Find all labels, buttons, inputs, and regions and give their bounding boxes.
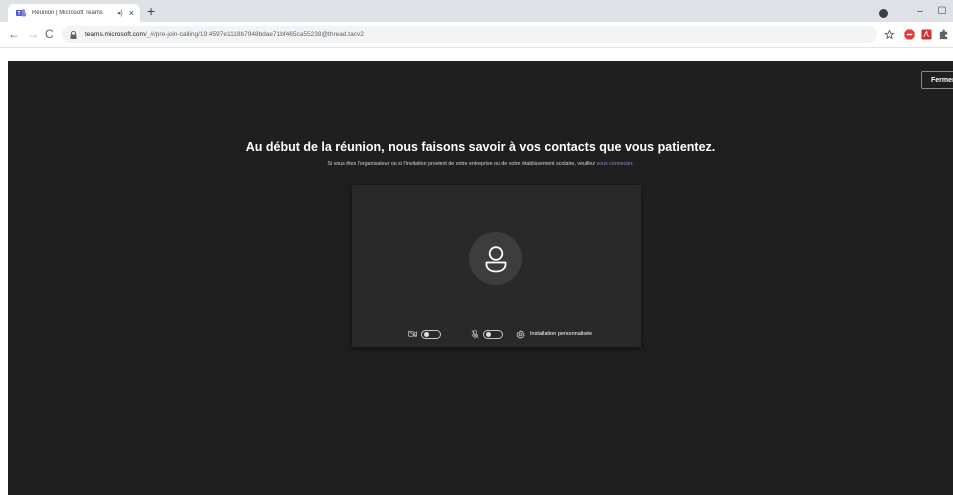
signin-hint-text: Si vous êtes l'organisateur ou si l'invi…	[327, 161, 597, 167]
extensions-puzzle-icon[interactable]	[937, 28, 949, 40]
window-controls: – ☐	[909, 0, 953, 22]
url-text: teams.microsoft.com/_#/pre-join-calling/…	[85, 31, 364, 38]
teams-prejoin-screen: Fermer Au début de la réunion, nous fais…	[8, 61, 953, 495]
star-icon[interactable]	[883, 28, 895, 40]
svg-text:T: T	[17, 11, 20, 17]
url-host: teams.microsoft.com	[85, 31, 145, 38]
screen: T Réunion | Microsoft Teams ◂) × + – ☐ ←…	[0, 0, 953, 495]
speaker-icon[interactable]: ◂)	[117, 9, 123, 17]
tab-title: Réunion | Microsoft Teams	[32, 10, 103, 16]
device-controls: Installation personnalisée	[408, 328, 592, 340]
back-icon[interactable]: ←	[8, 26, 20, 42]
signin-hint: Si vous êtes l'organisateur ou si l'invi…	[8, 161, 953, 167]
new-tab-button[interactable]: +	[147, 3, 155, 19]
camera-toggle[interactable]	[421, 329, 441, 339]
browser-toolbar: ← → C teams.microsoft.com/_#/pre-join-ca…	[0, 22, 953, 48]
browser-tabstrip: T Réunion | Microsoft Teams ◂) × + – ☐	[0, 0, 953, 22]
camera-toggle-knob	[424, 332, 429, 337]
maximize-button[interactable]: ☐	[931, 6, 953, 17]
reload-icon[interactable]: C	[45, 26, 54, 42]
page-title: Au début de la réunion, nous faisons sav…	[245, 140, 716, 154]
lock-icon	[70, 30, 77, 39]
mic-off-icon	[470, 329, 479, 339]
close-button[interactable]: Fermer	[921, 71, 953, 89]
person-icon	[485, 245, 506, 272]
video-preview: Installation personnalisée	[352, 185, 641, 347]
pdf-extension-icon[interactable]	[920, 28, 932, 40]
custom-setup-button[interactable]: Installation personnalisée	[530, 331, 592, 337]
teams-favicon: T	[16, 8, 26, 18]
signin-hint-suffix: .	[632, 161, 634, 167]
address-bar[interactable]: teams.microsoft.com/_#/pre-join-calling/…	[62, 26, 877, 43]
minimize-button[interactable]: –	[909, 6, 931, 17]
close-icon[interactable]: ×	[129, 8, 134, 18]
url-path: /_#/pre-join-calling/19:4597e1118b7948bd…	[144, 31, 364, 38]
profile-icon[interactable]	[877, 7, 890, 20]
camera-off-icon	[408, 330, 417, 339]
adblock-extension-icon[interactable]	[903, 28, 915, 40]
signin-link[interactable]: vous connecter	[596, 161, 632, 167]
mic-toggle-knob	[486, 332, 491, 337]
browser-tab[interactable]: T Réunion | Microsoft Teams ◂) ×	[8, 4, 140, 22]
avatar	[469, 232, 522, 285]
gear-icon[interactable]	[516, 329, 525, 339]
mic-toggle[interactable]	[483, 329, 503, 339]
forward-icon[interactable]: →	[27, 26, 39, 42]
page-top-gap	[0, 48, 953, 61]
